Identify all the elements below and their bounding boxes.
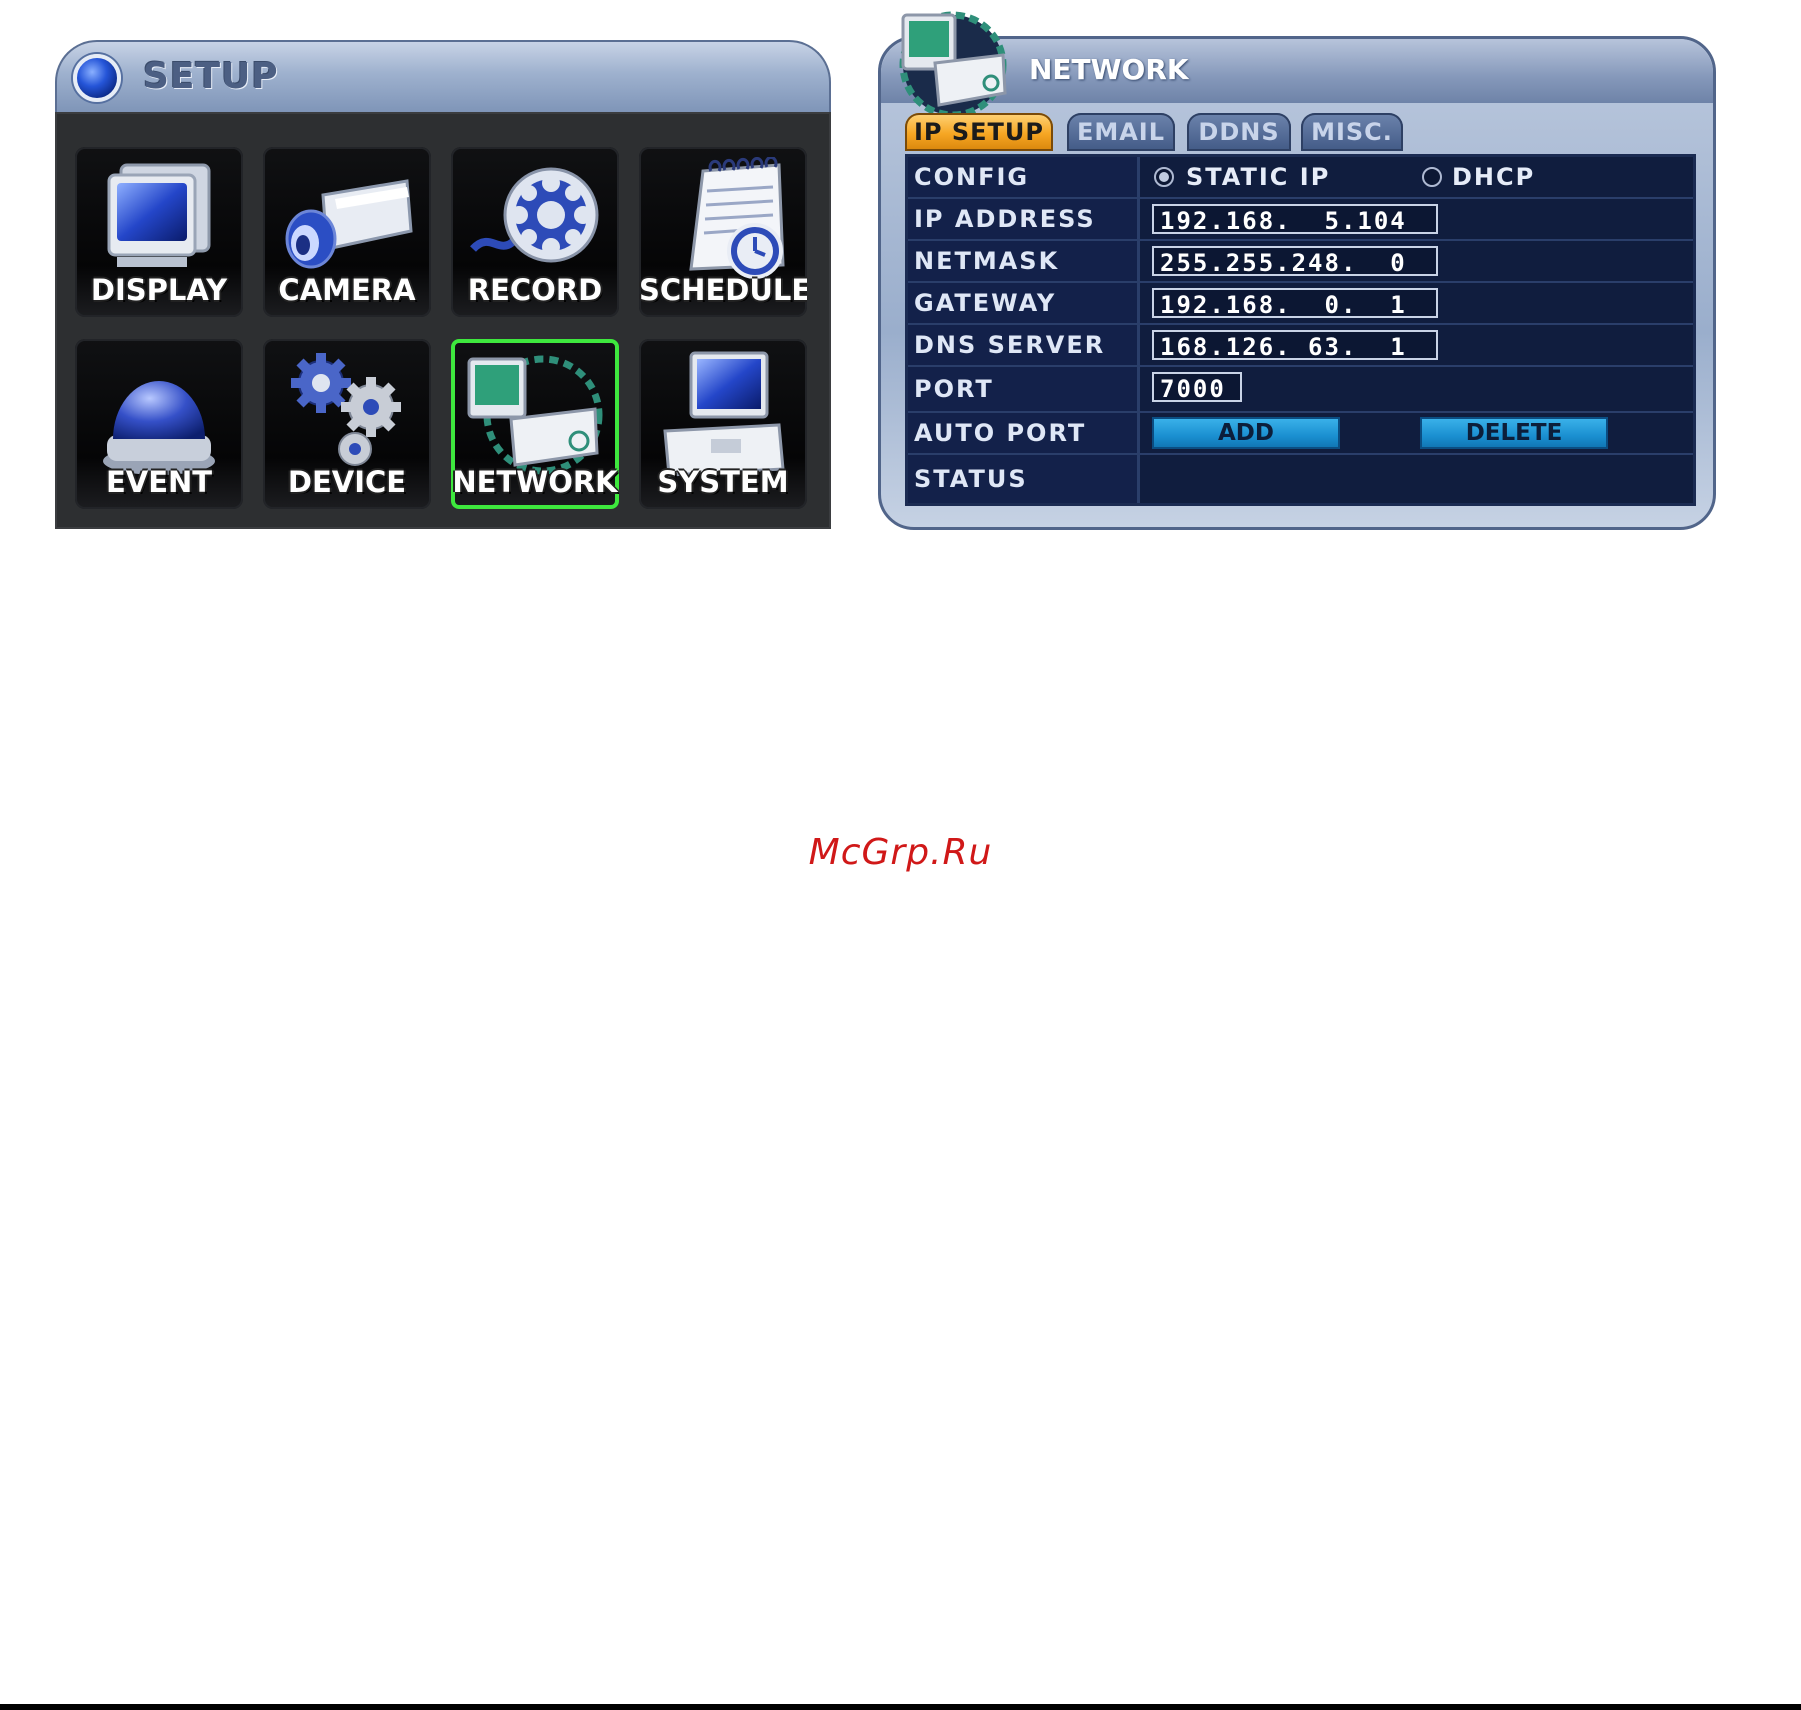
static-ip-radio[interactable] xyxy=(1154,167,1174,187)
add-button[interactable]: ADD xyxy=(1152,417,1340,449)
row-ip-address: IP ADDRESS 192.168. 5.104 xyxy=(908,199,1693,241)
menu-tile-label: NETWORK xyxy=(452,465,618,499)
watermark: McGrp.Ru xyxy=(808,832,993,873)
setup-menu-grid: DISPLAY CAMERA RECORD SCHEDULE EVENT DEV… xyxy=(55,112,831,529)
setup-panel: SETUP DISPLAY CAMERA RECORD SCHEDULE EVE… xyxy=(55,40,831,529)
schedule-clock-icon xyxy=(689,157,785,279)
dns-server-field[interactable]: 168.126. 63. 1 xyxy=(1152,330,1438,361)
row-netmask: NETMASK 255.255.248. 0 xyxy=(908,241,1693,283)
camera-icon xyxy=(285,179,413,269)
row-label: GATEWAY xyxy=(908,283,1140,323)
static-ip-label: STATIC IP xyxy=(1186,163,1331,191)
network-dvr-icon xyxy=(467,355,603,475)
row-label: DNS SERVER xyxy=(908,325,1140,365)
menu-tile-label: CAMERA xyxy=(278,273,416,307)
netmask-field[interactable]: 255.255.248. 0 xyxy=(1152,246,1438,277)
computer-system-icon xyxy=(663,351,785,477)
bottom-rule xyxy=(0,1704,1801,1710)
menu-tile-network[interactable]: NETWORK xyxy=(451,339,619,509)
row-label: STATUS xyxy=(908,455,1140,503)
dhcp-radio[interactable] xyxy=(1422,167,1442,187)
ip-setup-form: CONFIG STATIC IP DHCP IP ADDRESS 192.168… xyxy=(905,154,1696,506)
row-label: CONFIG xyxy=(908,157,1140,197)
row-dns-server: DNS SERVER 168.126. 63. 1 xyxy=(908,325,1693,367)
setup-orb-icon xyxy=(73,54,121,102)
row-config: CONFIG STATIC IP DHCP xyxy=(908,157,1693,199)
setup-title: SETUP xyxy=(143,56,279,97)
row-auto-port: AUTO PORT ADD DELETE xyxy=(908,413,1693,455)
setup-header: SETUP xyxy=(55,40,831,112)
row-gateway: GATEWAY 192.168. 0. 1 xyxy=(908,283,1693,325)
monitor-icon xyxy=(107,163,211,267)
network-title: NETWORK xyxy=(1029,53,1189,86)
dome-alarm-icon xyxy=(103,381,215,475)
menu-tile-label: EVENT xyxy=(105,465,213,499)
menu-tile-display[interactable]: DISPLAY xyxy=(75,147,243,317)
menu-tile-device[interactable]: DEVICE xyxy=(263,339,431,509)
menu-tile-label: DISPLAY xyxy=(90,273,228,307)
menu-tile-label: RECORD xyxy=(467,273,603,307)
menu-tile-schedule[interactable]: SCHEDULE xyxy=(639,147,807,317)
film-reel-icon xyxy=(470,167,599,263)
menu-tile-event[interactable]: EVENT xyxy=(75,339,243,509)
row-label: AUTO PORT xyxy=(908,413,1140,453)
row-label: PORT xyxy=(908,367,1140,411)
network-logo-icon xyxy=(899,11,1007,119)
tab-ip-setup[interactable]: IP SETUP xyxy=(905,113,1053,151)
menu-tile-label: SCHEDULE xyxy=(639,273,807,307)
gears-icon xyxy=(291,353,401,466)
gateway-field[interactable]: 192.168. 0. 1 xyxy=(1152,288,1438,319)
status-value xyxy=(1140,455,1693,503)
menu-tile-record[interactable]: RECORD xyxy=(451,147,619,317)
delete-button[interactable]: DELETE xyxy=(1420,417,1608,449)
tab-email[interactable]: EMAIL xyxy=(1067,113,1175,151)
tab-ddns[interactable]: DDNS xyxy=(1187,113,1291,151)
port-field[interactable]: 7000 xyxy=(1152,372,1242,403)
menu-tile-label: SYSTEM xyxy=(657,465,789,499)
tab-misc[interactable]: MISC. xyxy=(1301,113,1403,151)
menu-tile-camera[interactable]: CAMERA xyxy=(263,147,431,317)
row-label: IP ADDRESS xyxy=(908,199,1140,239)
menu-tile-system[interactable]: SYSTEM xyxy=(639,339,807,509)
network-panel: NETWORK IP SETUP EMAIL DDNS MISC. CONFIG… xyxy=(878,11,1716,530)
row-label: NETMASK xyxy=(908,241,1140,281)
row-status: STATUS xyxy=(908,455,1693,503)
dhcp-label: DHCP xyxy=(1452,163,1536,191)
row-port: PORT 7000 xyxy=(908,367,1693,413)
ip-address-field[interactable]: 192.168. 5.104 xyxy=(1152,204,1438,235)
menu-tile-label: DEVICE xyxy=(287,465,407,499)
